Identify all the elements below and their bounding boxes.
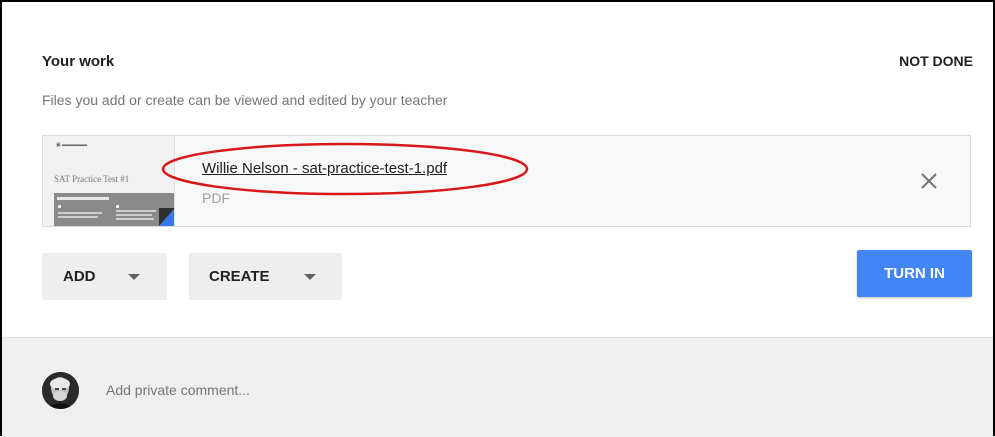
create-button[interactable]: CREATE (189, 253, 342, 300)
close-icon[interactable] (918, 170, 940, 192)
file-type-label: PDF (202, 190, 230, 206)
thumbnail-page (54, 193, 174, 226)
drive-corner-icon (159, 208, 174, 226)
turn-in-button[interactable]: TURN IN (857, 250, 972, 297)
thumbnail-logo: ▣ ▬▬▬▬▬ (56, 143, 87, 148)
your-work-title: Your work (42, 53, 115, 70)
create-button-label: CREATE (209, 268, 270, 285)
add-button-label: ADD (63, 268, 96, 285)
thumbnail-title: SAT Practice Test #1 (54, 174, 130, 184)
file-thumbnail[interactable]: ▣ ▬▬▬▬▬ SAT Practice Test #1 (43, 136, 175, 226)
work-description: Files you add or create can be viewed an… (42, 92, 448, 108)
chevron-down-icon (304, 274, 316, 280)
attachment-card[interactable]: ▣ ▬▬▬▬▬ SAT Practice Test #1 Willie Nels… (42, 135, 971, 227)
private-comment-input[interactable]: Add private comment... (106, 382, 250, 398)
chevron-down-icon (128, 274, 140, 280)
file-link[interactable]: Willie Nelson - sat-practice-test-1.pdf (202, 160, 447, 177)
status-label: NOT DONE (899, 53, 973, 69)
add-button[interactable]: ADD (42, 253, 167, 300)
private-comment-section: Add private comment... (2, 337, 993, 437)
avatar (42, 372, 79, 409)
